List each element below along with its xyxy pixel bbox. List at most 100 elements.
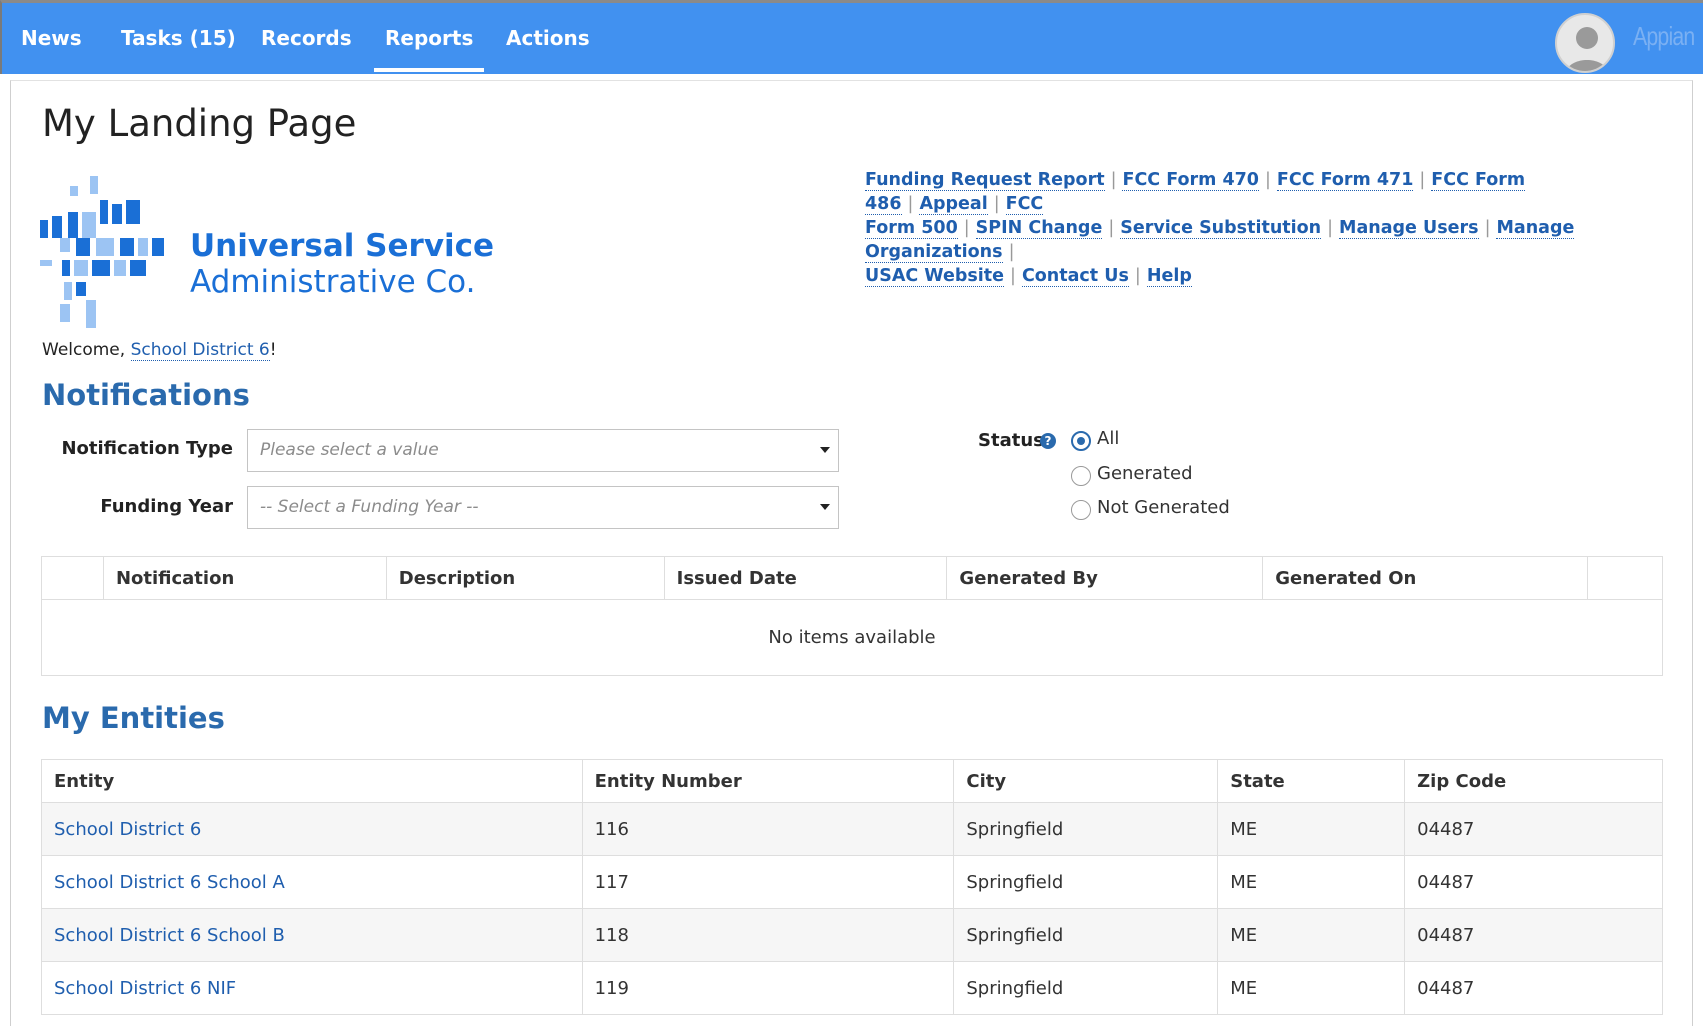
- state-cell: ME: [1217, 961, 1406, 1015]
- nav-tab-reports[interactable]: Reports: [373, 3, 485, 74]
- nav-tab-records[interactable]: Records: [261, 3, 352, 74]
- entity-number-cell: 116: [582, 802, 955, 856]
- page-title: My Landing Page: [42, 102, 357, 145]
- entity-link[interactable]: School District 6 School A: [54, 872, 285, 893]
- link-separator: |: [1264, 170, 1271, 190]
- radio-button[interactable]: [1071, 466, 1091, 486]
- link-separator: |: [1484, 218, 1491, 238]
- state-cell: ME: [1217, 855, 1406, 909]
- column-header-state[interactable]: State: [1217, 759, 1406, 803]
- column-header-description[interactable]: Description: [386, 556, 665, 600]
- table-row: School District 6 School B 118 Springfie…: [41, 908, 1663, 962]
- entity-link[interactable]: School District 6: [54, 819, 201, 840]
- column-header-notification[interactable]: Notification: [103, 556, 387, 600]
- column-header-trailing: [1587, 556, 1663, 600]
- nav-tab-actions[interactable]: Actions: [506, 3, 590, 74]
- city-cell: Springfield: [953, 908, 1219, 962]
- user-silhouette-icon: [1566, 27, 1608, 71]
- link-separator: |: [907, 194, 914, 214]
- link-spin-change[interactable]: SPIN Change: [975, 218, 1103, 239]
- welcome-message: Welcome, School District 6!: [42, 340, 277, 361]
- chevron-down-icon: [820, 447, 830, 453]
- column-header-entity[interactable]: Entity: [41, 759, 583, 803]
- nav-tab-news[interactable]: News: [21, 3, 82, 74]
- link-separator: |: [1010, 266, 1016, 286]
- welcome-suffix: !: [269, 340, 277, 360]
- quick-links: Funding Request Report | FCC Form 470 | FCC …: [865, 168, 1665, 288]
- user-avatar[interactable]: [1555, 13, 1615, 73]
- table-header-row: Entity Entity Number City State Zip Code: [41, 759, 1663, 803]
- funding-year-dropdown[interactable]: -- Select a Funding Year --: [247, 486, 839, 529]
- table-row: School District 6 NIF 119 Springfield ME…: [41, 961, 1663, 1015]
- radio-label: Not Generated: [1097, 497, 1230, 518]
- link-separator: |: [1419, 170, 1426, 190]
- city-cell: Springfield: [953, 855, 1219, 909]
- zip-cell: 04487: [1404, 961, 1663, 1015]
- entities-table: Entity Entity Number City State Zip Code…: [41, 759, 1663, 1015]
- table-header-row: Notification Description Issued Date Gen…: [41, 556, 1663, 600]
- link-appeal[interactable]: Appeal: [919, 194, 988, 215]
- link-separator: |: [963, 218, 970, 238]
- logo-line-2: Administrative Co.: [190, 264, 476, 300]
- link-separator: |: [993, 194, 1000, 214]
- column-header-select: [41, 556, 104, 600]
- logo-line-1: Universal Service: [190, 228, 495, 264]
- zip-cell: 04487: [1404, 855, 1663, 909]
- entity-link[interactable]: School District 6 School B: [54, 925, 285, 946]
- chevron-down-icon: [820, 504, 830, 510]
- empty-message: No items available: [41, 599, 1663, 676]
- city-cell: Springfield: [953, 961, 1219, 1015]
- entity-cell: School District 6 School A: [41, 855, 583, 909]
- funding-year-placeholder: -- Select a Funding Year --: [260, 497, 479, 517]
- column-header-entity-number[interactable]: Entity Number: [582, 759, 955, 803]
- funding-year-label: Funding Year: [100, 496, 233, 517]
- radio-label: All: [1097, 428, 1120, 449]
- empty-row: No items available: [41, 599, 1663, 676]
- welcome-user-link[interactable]: School District 6: [130, 340, 270, 361]
- table-row: School District 6 116 Springfield ME 044…: [41, 802, 1663, 856]
- zip-cell: 04487: [1404, 908, 1663, 962]
- column-header-generated-on[interactable]: Generated On: [1262, 556, 1589, 600]
- notification-type-label: Notification Type: [61, 438, 233, 459]
- welcome-prefix: Welcome,: [42, 340, 126, 360]
- state-cell: ME: [1217, 908, 1406, 962]
- entity-number-cell: 118: [582, 908, 955, 962]
- column-header-city[interactable]: City: [953, 759, 1219, 803]
- help-icon[interactable]: ?: [1040, 433, 1056, 449]
- link-fcc-form-470[interactable]: FCC Form 470: [1122, 170, 1259, 191]
- link-funding-request-report[interactable]: Funding Request Report: [865, 170, 1105, 191]
- entity-cell: School District 6 NIF: [41, 961, 583, 1015]
- nav-tab-tasks[interactable]: Tasks (15): [121, 3, 236, 74]
- entity-number-cell: 119: [582, 961, 955, 1015]
- top-nav-bar: News Tasks (15) Records Reports Actions …: [0, 0, 1703, 74]
- link-usac-website[interactable]: USAC Website: [865, 266, 1005, 287]
- link-help[interactable]: Help: [1146, 266, 1192, 287]
- column-header-zip-code[interactable]: Zip Code: [1404, 759, 1663, 803]
- entity-cell: School District 6: [41, 802, 583, 856]
- link-fcc-form-471[interactable]: FCC Form 471: [1276, 170, 1414, 191]
- status-label: Status: [978, 430, 1044, 451]
- radio-button[interactable]: [1071, 500, 1091, 520]
- brand-logo-text: Appian: [1633, 21, 1695, 51]
- radio-button-selected[interactable]: [1071, 431, 1091, 451]
- link-separator: |: [1008, 242, 1015, 262]
- notifications-table: Notification Description Issued Date Gen…: [41, 556, 1663, 676]
- column-header-generated-by[interactable]: Generated By: [946, 556, 1264, 600]
- column-header-issued-date[interactable]: Issued Date: [664, 556, 948, 600]
- entity-cell: School District 6 School B: [41, 908, 583, 962]
- radio-label: Generated: [1097, 463, 1193, 484]
- link-separator: |: [1110, 170, 1117, 190]
- link-manage-users[interactable]: Manage Users: [1339, 218, 1479, 239]
- usac-logo-icon: [40, 176, 164, 328]
- link-fcc-form-500-part2[interactable]: Form 500: [865, 218, 958, 239]
- link-separator: |: [1327, 218, 1334, 238]
- link-separator: |: [1108, 218, 1115, 238]
- notifications-heading: Notifications: [42, 378, 250, 412]
- notification-type-dropdown[interactable]: Please select a value: [247, 429, 839, 472]
- zip-cell: 04487: [1404, 802, 1663, 856]
- entity-link[interactable]: School District 6 NIF: [54, 978, 236, 999]
- link-service-substitution[interactable]: Service Substitution: [1120, 218, 1322, 239]
- entities-heading: My Entities: [42, 701, 225, 735]
- link-fcc-form-500-part1[interactable]: FCC: [1005, 194, 1044, 215]
- link-contact-us[interactable]: Contact Us: [1021, 266, 1129, 287]
